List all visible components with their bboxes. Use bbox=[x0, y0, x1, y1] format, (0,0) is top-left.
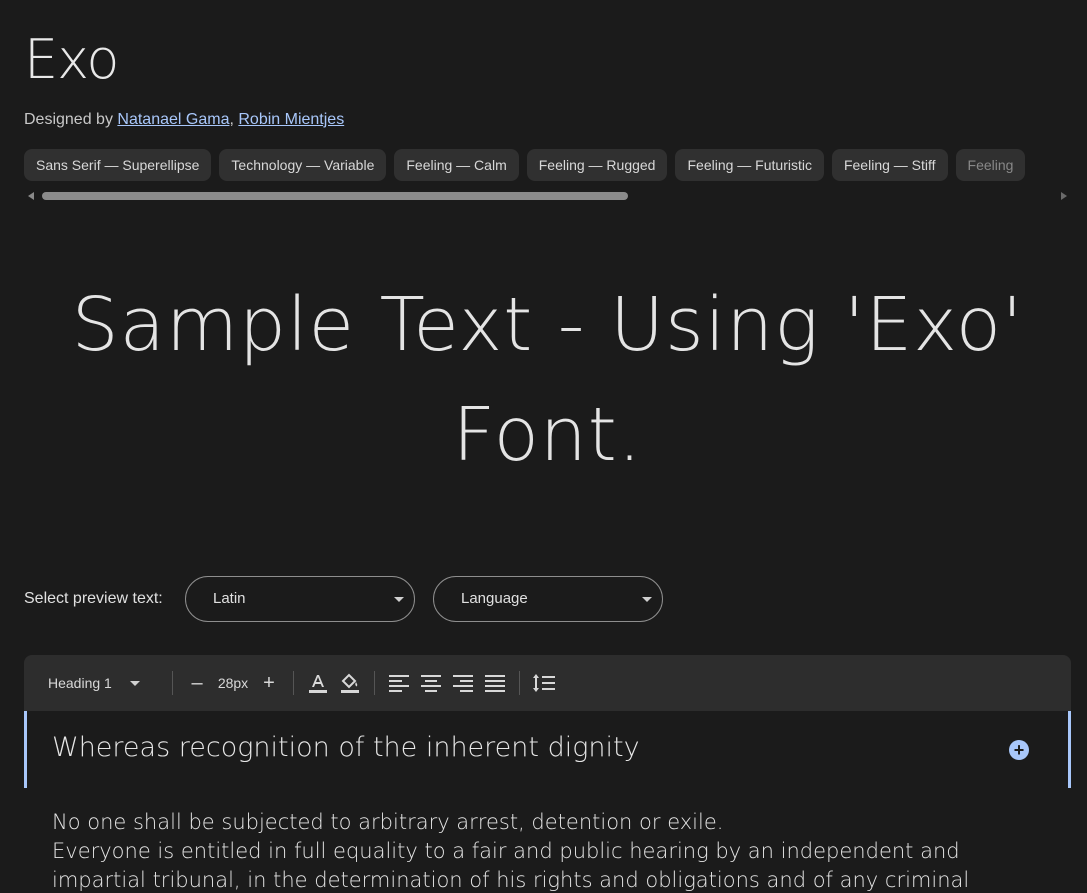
font-specimen-page: Exo Designed by Natanael Gama, Robin Mie… bbox=[0, 0, 1087, 893]
toolbar-divider bbox=[293, 671, 294, 695]
preview-text-label: Select preview text: bbox=[24, 590, 163, 607]
increase-size-button[interactable]: + bbox=[253, 667, 285, 699]
scroll-right-arrow-icon[interactable] bbox=[1061, 192, 1067, 200]
decrease-size-button[interactable]: – bbox=[181, 667, 213, 699]
font-title: Exo bbox=[24, 28, 119, 91]
text-style-value: Heading 1 bbox=[48, 675, 112, 691]
tag-list: Sans Serif — Superellipse Technology — V… bbox=[24, 149, 1071, 181]
tag-chip[interactable]: Feeling bbox=[955, 149, 1026, 181]
editor-heading-text[interactable]: Whereas recognition of the inherent dign… bbox=[52, 732, 640, 763]
tag-chip[interactable]: Feeling — Calm bbox=[394, 149, 519, 181]
toolbar-divider bbox=[374, 671, 375, 695]
highlight-color-icon[interactable] bbox=[334, 667, 366, 699]
align-center-icon[interactable] bbox=[415, 667, 447, 699]
sample-text-preview: Sample Text - Using 'Exo' Font. bbox=[71, 282, 1024, 478]
tag-chip[interactable]: Sans Serif — Superellipse bbox=[24, 149, 212, 181]
tag-chip[interactable]: Feeling — Rugged bbox=[526, 149, 668, 181]
designer-credits: Designed by Natanael Gama, Robin Mientje… bbox=[24, 111, 344, 129]
editor-paragraph: impartial tribunal, in the determination… bbox=[52, 868, 970, 892]
scroll-left-arrow-icon[interactable] bbox=[28, 192, 34, 200]
editor-toolbar: Heading 1 – 28px + bbox=[24, 655, 1071, 711]
language-select[interactable]: Language bbox=[433, 576, 663, 622]
tag-chip[interactable]: Technology — Variable bbox=[219, 149, 387, 181]
designer-link-1[interactable]: Natanael Gama bbox=[117, 111, 229, 128]
text-color-icon[interactable] bbox=[302, 667, 334, 699]
tag-chip[interactable]: Feeling — Stiff bbox=[831, 149, 948, 181]
text-style-select[interactable]: Heading 1 bbox=[24, 655, 164, 711]
line-height-icon[interactable] bbox=[528, 667, 560, 699]
align-justify-icon[interactable] bbox=[479, 667, 511, 699]
scroll-thumb[interactable] bbox=[42, 192, 628, 200]
editor-body-text[interactable]: No one shall be subjected to arbitrary a… bbox=[52, 808, 1052, 893]
align-right-icon[interactable] bbox=[447, 667, 479, 699]
editor-paragraph: No one shall be subjected to arbitrary a… bbox=[52, 810, 724, 834]
language-select-value: Language bbox=[461, 590, 528, 607]
script-select[interactable]: Latin bbox=[185, 576, 415, 622]
align-left-icon[interactable] bbox=[383, 667, 415, 699]
editor-heading-block[interactable]: Whereas recognition of the inherent dign… bbox=[24, 711, 1071, 788]
tags-scrollbar[interactable] bbox=[24, 190, 1071, 202]
caret-down-icon bbox=[642, 597, 652, 602]
caret-down-icon bbox=[394, 597, 404, 602]
editor-paragraph: Everyone is entitled in full equality to… bbox=[52, 839, 960, 863]
designer-link-2[interactable]: Robin Mientjes bbox=[238, 111, 344, 128]
tag-chip[interactable]: Feeling — Futuristic bbox=[675, 149, 824, 181]
font-size-value: 28px bbox=[217, 675, 249, 691]
caret-down-icon bbox=[130, 681, 140, 686]
add-block-icon[interactable]: + bbox=[1009, 740, 1029, 760]
toolbar-divider bbox=[519, 671, 520, 695]
toolbar-divider bbox=[172, 671, 173, 695]
designed-by-label: Designed by bbox=[24, 111, 113, 128]
script-select-value: Latin bbox=[213, 590, 246, 607]
